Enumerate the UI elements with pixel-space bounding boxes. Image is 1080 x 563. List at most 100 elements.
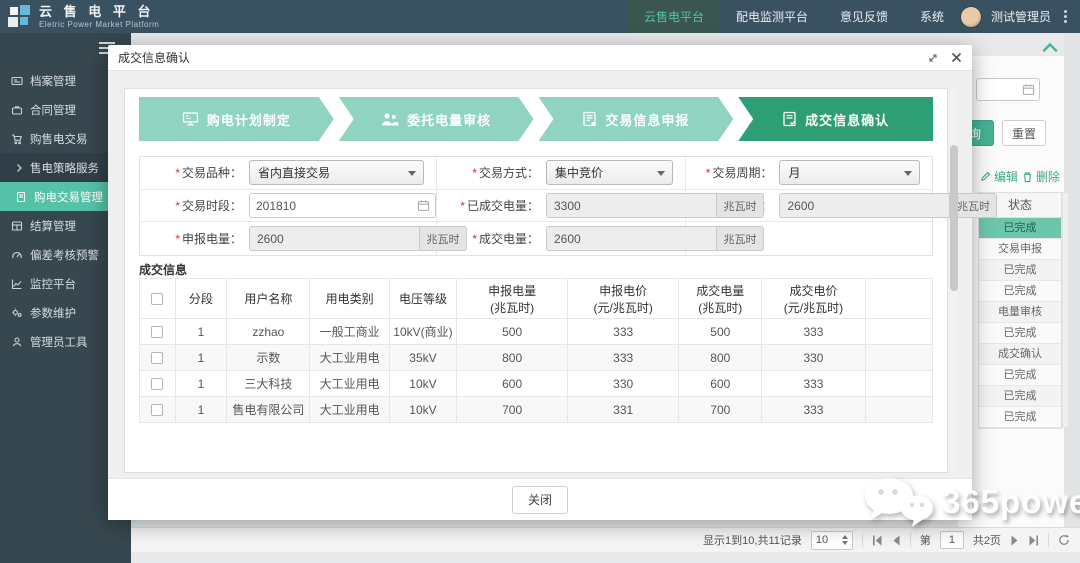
user-name: 测试管理员 [991,8,1051,25]
cell: 大工业用电 [310,397,389,423]
table-row[interactable]: 1 zzhao 一般工商业 10kV(商业) 500 333 500 333 [140,319,933,345]
calendar-icon [1022,83,1035,96]
required-asterisk: * [175,166,180,180]
required-asterisk: * [175,232,180,246]
cell-empty [865,371,933,397]
row-checkbox[interactable] [151,352,163,364]
row-checkbox[interactable] [151,326,163,338]
select-all-cell [140,279,176,319]
status-row[interactable]: 交易申报 [979,239,1061,260]
cell: 700 [679,397,762,423]
step-purchase-plan: 购电计划制定 [139,97,334,141]
prev-page-button[interactable] [892,535,901,546]
briefcase-icon [11,104,23,116]
status-row[interactable]: 成交确认 [979,344,1061,365]
field-label: 交易周期： [712,166,772,180]
table-row[interactable]: 1 示数 大工业用电 35kV 800 333 800 330 [140,345,933,371]
cell: 333 [762,397,865,423]
status-row[interactable]: 已完成 [979,407,1061,428]
required-asterisk: * [472,166,477,180]
sidebar-item-label: 参数维护 [30,305,76,321]
cell: 1 [175,345,227,371]
caret-down-icon [904,171,912,176]
step-label: 成交信息确认 [805,110,889,129]
cell: 331 [568,397,679,423]
nav-cloud-platform[interactable]: 云售电平台 [628,0,720,33]
trade-period-datepicker[interactable] [249,193,436,218]
deal-volume-input[interactable] [546,226,716,251]
entrust-volume-input[interactable] [779,193,949,218]
next-page-icon [1010,535,1019,546]
status-row[interactable]: 已完成 [979,218,1061,239]
user-avatar[interactable] [960,6,982,28]
select-value: 省内直接交易 [258,164,330,181]
cell: 333 [762,371,865,397]
trade-mode-select[interactable]: 集中竞价 [546,160,673,185]
trade-period-input[interactable] [250,199,417,213]
cell: 1 [175,397,227,423]
unit-addon: 兆瓦时 [716,193,764,218]
unit-addon: 兆瓦时 [419,226,467,251]
status-column: 状态 已完成 交易申报 已完成 已完成 电量审核 已完成 成交确认 已完成 已完… [978,192,1062,429]
edit-link[interactable]: 编辑 [980,168,1018,185]
cell: 600 [679,371,762,397]
status-row[interactable]: 已完成 [979,365,1061,386]
status-row[interactable]: 已完成 [979,386,1061,407]
page-size-select[interactable]: 10 [811,531,853,550]
cell: 600 [457,371,568,397]
nav-feedback[interactable]: 意见反馈 [824,0,904,33]
delete-link[interactable]: 删除 [1022,168,1060,185]
nav-system[interactable]: 系统 [904,0,960,33]
required-asterisk: * [706,166,711,180]
done-volume-input[interactable] [546,193,716,218]
first-page-button[interactable] [872,535,883,546]
status-row[interactable]: 已完成 [979,281,1061,302]
status-row[interactable]: 电量审核 [979,302,1061,323]
maximize-icon[interactable] [927,52,939,64]
pencil-icon [980,171,991,182]
declare-volume-input[interactable] [249,226,419,251]
cell: 800 [679,345,762,371]
field-label: 交易品种： [182,166,242,180]
cart-icon [11,133,23,145]
sidebar-item-label: 购售电交易 [30,131,88,147]
col-header: 申报电量(兆瓦时) [457,279,568,319]
refresh-button[interactable] [1058,534,1070,546]
cell: 10kV(商业) [389,319,456,345]
cell: 1 [175,319,227,345]
next-page-button[interactable] [1010,535,1019,546]
step-wizard: 购电计划制定 委托电量审核 交易信息申报 成交信息确认 [139,97,933,141]
cell: 333 [762,319,865,345]
chevron-right-icon [15,163,23,173]
trade-variety-select[interactable]: 省内直接交易 [249,160,424,185]
gauge-icon [11,249,23,261]
select-all-checkbox[interactable] [151,293,163,305]
sidebar-item-label: 监控平台 [30,276,76,292]
logo-icon [8,5,32,29]
table-row[interactable]: 1 售电有限公司 大工业用电 10kV 700 331 700 333 [140,397,933,423]
row-checkbox[interactable] [151,378,163,390]
table-row[interactable]: 1 三大科技 大工业用电 10kV 600 330 600 333 [140,371,933,397]
sidebar-item-label: 结算管理 [30,218,76,234]
required-asterisk: * [460,199,465,213]
nav-distribution-monitor[interactable]: 配电监测平台 [720,0,824,33]
col-header: 用电类别 [310,279,389,319]
trade-cycle-select[interactable]: 月 [779,160,920,185]
app-root: 云 售 电 平 台 Eletric Power Market Platform … [0,0,1080,563]
background-date-input[interactable] [976,78,1040,101]
kebab-menu-icon[interactable] [1060,10,1070,23]
page-number-input[interactable] [940,531,964,549]
cell: 800 [457,345,568,371]
close-icon[interactable] [951,52,962,63]
status-row[interactable]: 已完成 [979,323,1061,344]
table-icon [11,220,23,232]
cell: 35kV [389,345,456,371]
last-page-button[interactable] [1028,535,1039,546]
row-checkbox[interactable] [151,404,163,416]
scrollbar-thumb[interactable] [950,145,958,291]
close-button[interactable]: 关闭 [512,486,568,514]
deal-form: *交易品种： 省内直接交易 *交易方式： 集中竞价 *交易周期： 月 *交易时段… [139,156,933,256]
reset-button[interactable]: 重置 [1002,120,1046,146]
status-row[interactable]: 已完成 [979,260,1061,281]
collapse-chevron-icon[interactable] [1042,40,1058,58]
